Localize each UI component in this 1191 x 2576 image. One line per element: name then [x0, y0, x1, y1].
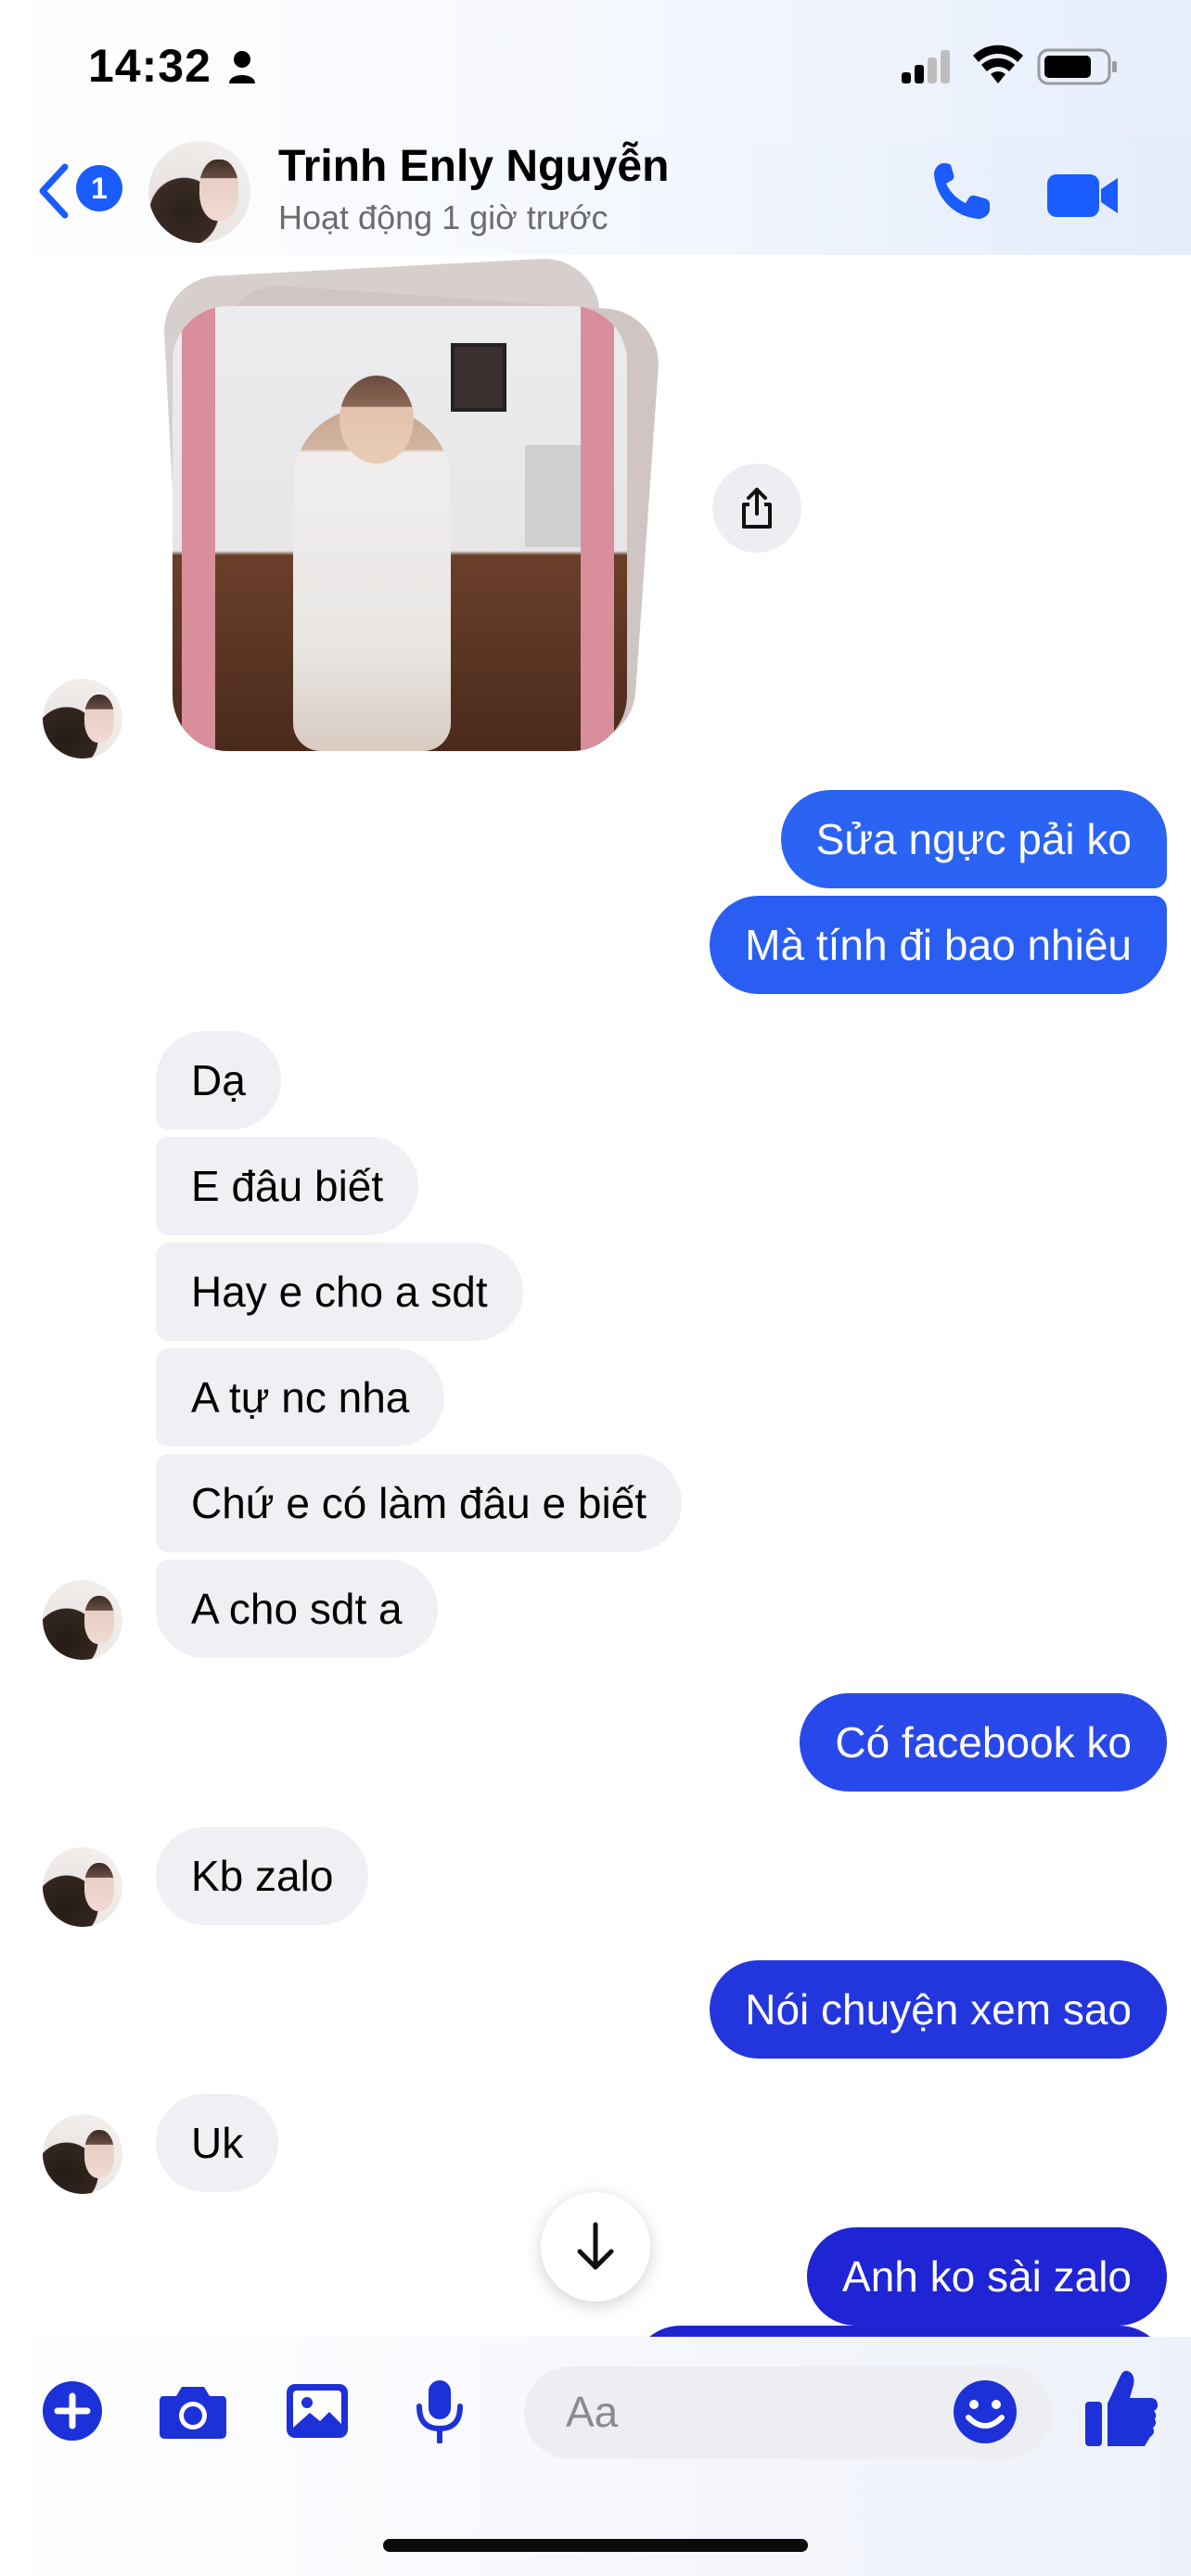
camera-button[interactable]	[158, 2376, 228, 2446]
video-camera-icon[interactable]	[1044, 158, 1122, 232]
cellular-signal-icon	[902, 50, 950, 83]
contact-activity-status: Hoạt động 1 giờ trước	[278, 198, 608, 236]
back-chevron-icon	[39, 163, 69, 219]
message-bubble-incoming[interactable]: Hay e cho a sdt	[156, 1243, 523, 1341]
arrow-down-icon	[577, 2222, 614, 2270]
gallery-button[interactable]	[282, 2376, 352, 2446]
message-bubble-incoming[interactable]: A cho sdt a	[156, 1560, 438, 1658]
sender-avatar[interactable]	[43, 1580, 122, 1660]
phone-icon[interactable]	[923, 156, 997, 230]
scroll-to-bottom-button[interactable]	[541, 2192, 650, 2302]
plus-icon	[43, 2381, 102, 2441]
battery-icon	[1037, 48, 1117, 85]
message-bubble-incoming[interactable]: E đâu biết	[156, 1137, 419, 1235]
message-bubble-outgoing[interactable]: Mà tính đi bao nhiêu	[710, 896, 1167, 994]
thumbs-up-icon[interactable]	[1083, 2366, 1159, 2450]
microphone-icon	[416, 2380, 463, 2443]
contact-name[interactable]: Trinh Enly Nguyễn	[278, 141, 669, 192]
photo-thumbnail[interactable]	[173, 306, 627, 751]
share-button[interactable]	[712, 464, 801, 553]
message-bubble-incoming[interactable]: Dạ	[156, 1031, 281, 1129]
wifi-icon	[973, 45, 1023, 83]
image-icon	[287, 2384, 348, 2438]
voice-message-button[interactable]	[404, 2376, 475, 2446]
sender-avatar[interactable]	[43, 2114, 122, 2194]
sender-avatar[interactable]	[43, 1847, 122, 1927]
photo-message[interactable]	[156, 256, 694, 760]
share-icon	[742, 488, 772, 529]
message-bubble-incoming[interactable]: Chứ e có làm đâu e biết	[156, 1454, 683, 1552]
message-bubble-incoming[interactable]: Kb zalo	[156, 1827, 369, 1925]
status-time: 14:32	[88, 40, 211, 92]
message-bubble-incoming[interactable]: A tự nc nha	[156, 1348, 445, 1447]
camera-icon	[160, 2387, 226, 2439]
emoji-icon[interactable]	[950, 2377, 1020, 2447]
message-bubble-outgoing[interactable]: Sửa ngực pải ko	[780, 790, 1167, 888]
unread-badge: 1	[76, 165, 122, 211]
sender-avatar[interactable]	[43, 679, 122, 759]
message-bubble-outgoing[interactable]: Anh ko sài zalo	[807, 2227, 1167, 2326]
message-bubble-incoming[interactable]: Uk	[156, 2094, 279, 2192]
more-actions-button[interactable]	[37, 2376, 108, 2446]
message-input-placeholder: Aa	[566, 2388, 619, 2436]
person-icon	[229, 51, 255, 83]
message-bubble-outgoing[interactable]: Nói chuyện xem sao	[710, 1960, 1167, 2059]
contact-avatar[interactable]	[148, 141, 250, 243]
home-indicator	[383, 2539, 808, 2552]
message-bubble-outgoing[interactable]: Có facebook ko	[800, 1693, 1167, 1792]
back-button[interactable]: 1	[35, 158, 128, 223]
